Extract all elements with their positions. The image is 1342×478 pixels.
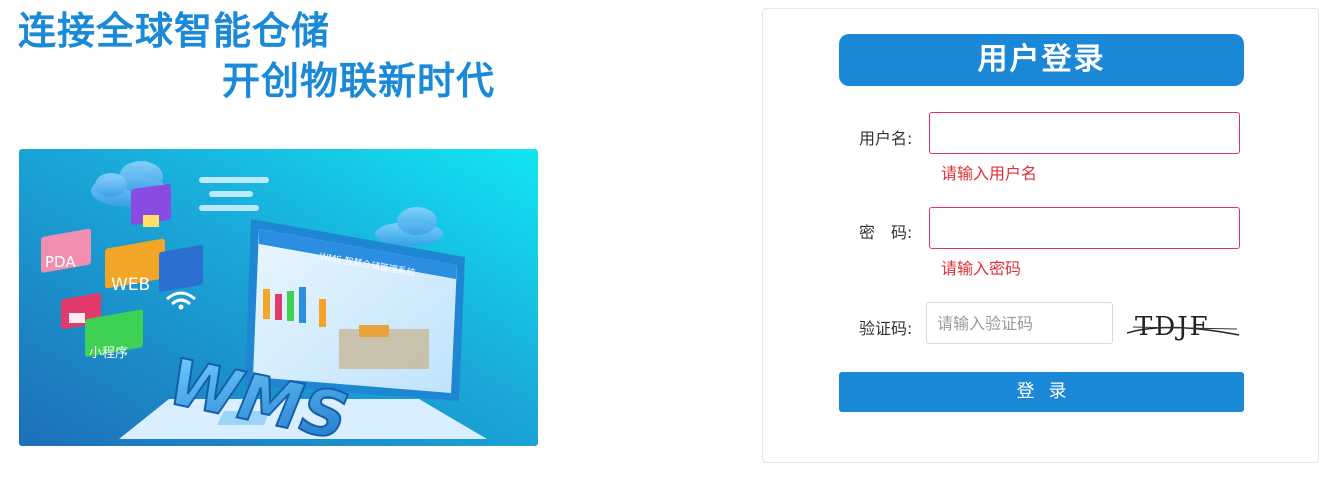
password-input[interactable] [929, 207, 1240, 249]
wms-illustration: PDA WEB 小程序 WMS 智慧仓储管理系统 WMS [19, 149, 538, 446]
login-title: 用户登录 [839, 34, 1244, 86]
captcha-input[interactable] [926, 302, 1113, 344]
password-label: 密 码: [859, 223, 913, 242]
miniprogram-label: 小程序 [89, 346, 128, 361]
captcha-image[interactable]: TDJF [1126, 307, 1241, 343]
login-page: 连接全球智能仓储 开创物联新时代 PDA WEB 小程序 WMS 智慧仓储管理系… [0, 0, 1342, 478]
slogan-line-1: 连接全球智能仓储 [18, 9, 331, 53]
captcha-label: 验证码: [859, 319, 913, 338]
login-button[interactable]: 登录 [839, 372, 1244, 412]
username-input[interactable] [929, 112, 1240, 154]
slogan-line-2: 开创物联新时代 [222, 59, 496, 103]
login-card: 用户登录 用户名: 请输入用户名 密 码: 请输入密码 验证码: TDJF 登录 [762, 8, 1319, 463]
web-label: WEB [111, 275, 150, 295]
username-label: 用户名: [859, 129, 913, 148]
username-error: 请输入用户名 [941, 164, 1038, 183]
hero-illustration: PDA WEB 小程序 WMS 智慧仓储管理系统 WMS [19, 149, 538, 446]
pda-label: PDA [45, 253, 76, 271]
password-error: 请输入密码 [941, 259, 1022, 278]
